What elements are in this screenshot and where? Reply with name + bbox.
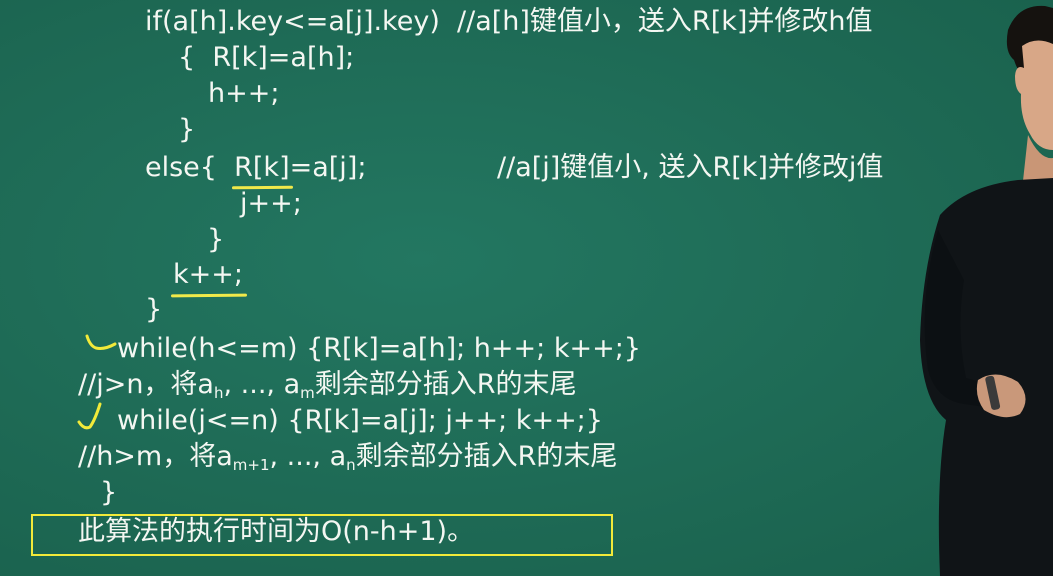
highlighted-k-increment: k++; (170, 259, 247, 298)
check-mark-icon (85, 334, 117, 350)
comment-text: //h>m，将a (78, 441, 233, 472)
code-line-close-brace: } (178, 114, 196, 145)
subscript: m (300, 384, 315, 402)
code-line-while-j: while(j<=n) {R[k]=a[j]; j++; k++;} (117, 405, 603, 436)
else-keyword: else{ (145, 152, 235, 183)
code-line-loop-close: } (145, 294, 163, 325)
code-line-h-increment: h++; (208, 78, 280, 109)
comment-text: , ..., a (223, 369, 301, 400)
code-line-j-increment: j++; (240, 188, 302, 219)
complexity-summary: 此算法的执行时间为O(n-h+1)。 (78, 516, 475, 547)
subscript: m+1 (232, 456, 270, 474)
highlighted-rk-text: R[k] (234, 152, 290, 183)
presenter-figure (920, 5, 1053, 576)
code-line-k-increment: k++; (170, 259, 247, 298)
code-comment-j-gt-n: //j>n，将ah, ..., am剩余部分插入R的末尾 (78, 369, 577, 401)
code-comment-h-gt-m: //h>m，将am+1, ..., an剩余部分插入R的末尾 (78, 441, 617, 473)
highlighted-rk: R[k] (232, 152, 294, 190)
yellow-underline (170, 293, 247, 298)
comment-text: 剩余部分插入R的末尾 (314, 369, 577, 400)
check-mark-icon (77, 402, 102, 430)
comment-text: , ..., a (269, 441, 347, 472)
subscript: h (213, 384, 224, 402)
comment-text: 剩余部分插入R的末尾 (355, 441, 618, 472)
code-line-else: else{ R[k] =a[j]; (145, 152, 367, 190)
code-line-if: if(a[h].key<=a[j].key) //a[h]键值小，送入R[k]并… (145, 6, 873, 37)
highlighted-k-text: k++; (173, 259, 243, 290)
code-line-while-h: while(h<=m) {R[k]=a[h]; h++; k++;} (117, 333, 641, 364)
code-line-else-close: } (207, 224, 225, 255)
comment-text: //j>n，将a (78, 369, 214, 400)
code-line-assign-h: { R[k]=a[h]; (178, 42, 355, 73)
subscript: n (346, 456, 356, 474)
else-assign: =a[j]; (289, 152, 367, 183)
code-comment-else: //a[j]键值小, 送入R[k]并修改j值 (497, 152, 884, 183)
chalkboard: if(a[h].key<=a[j].key) //a[h]键值小，送入R[k]并… (0, 0, 1053, 576)
code-line-final-brace: } (100, 477, 118, 508)
